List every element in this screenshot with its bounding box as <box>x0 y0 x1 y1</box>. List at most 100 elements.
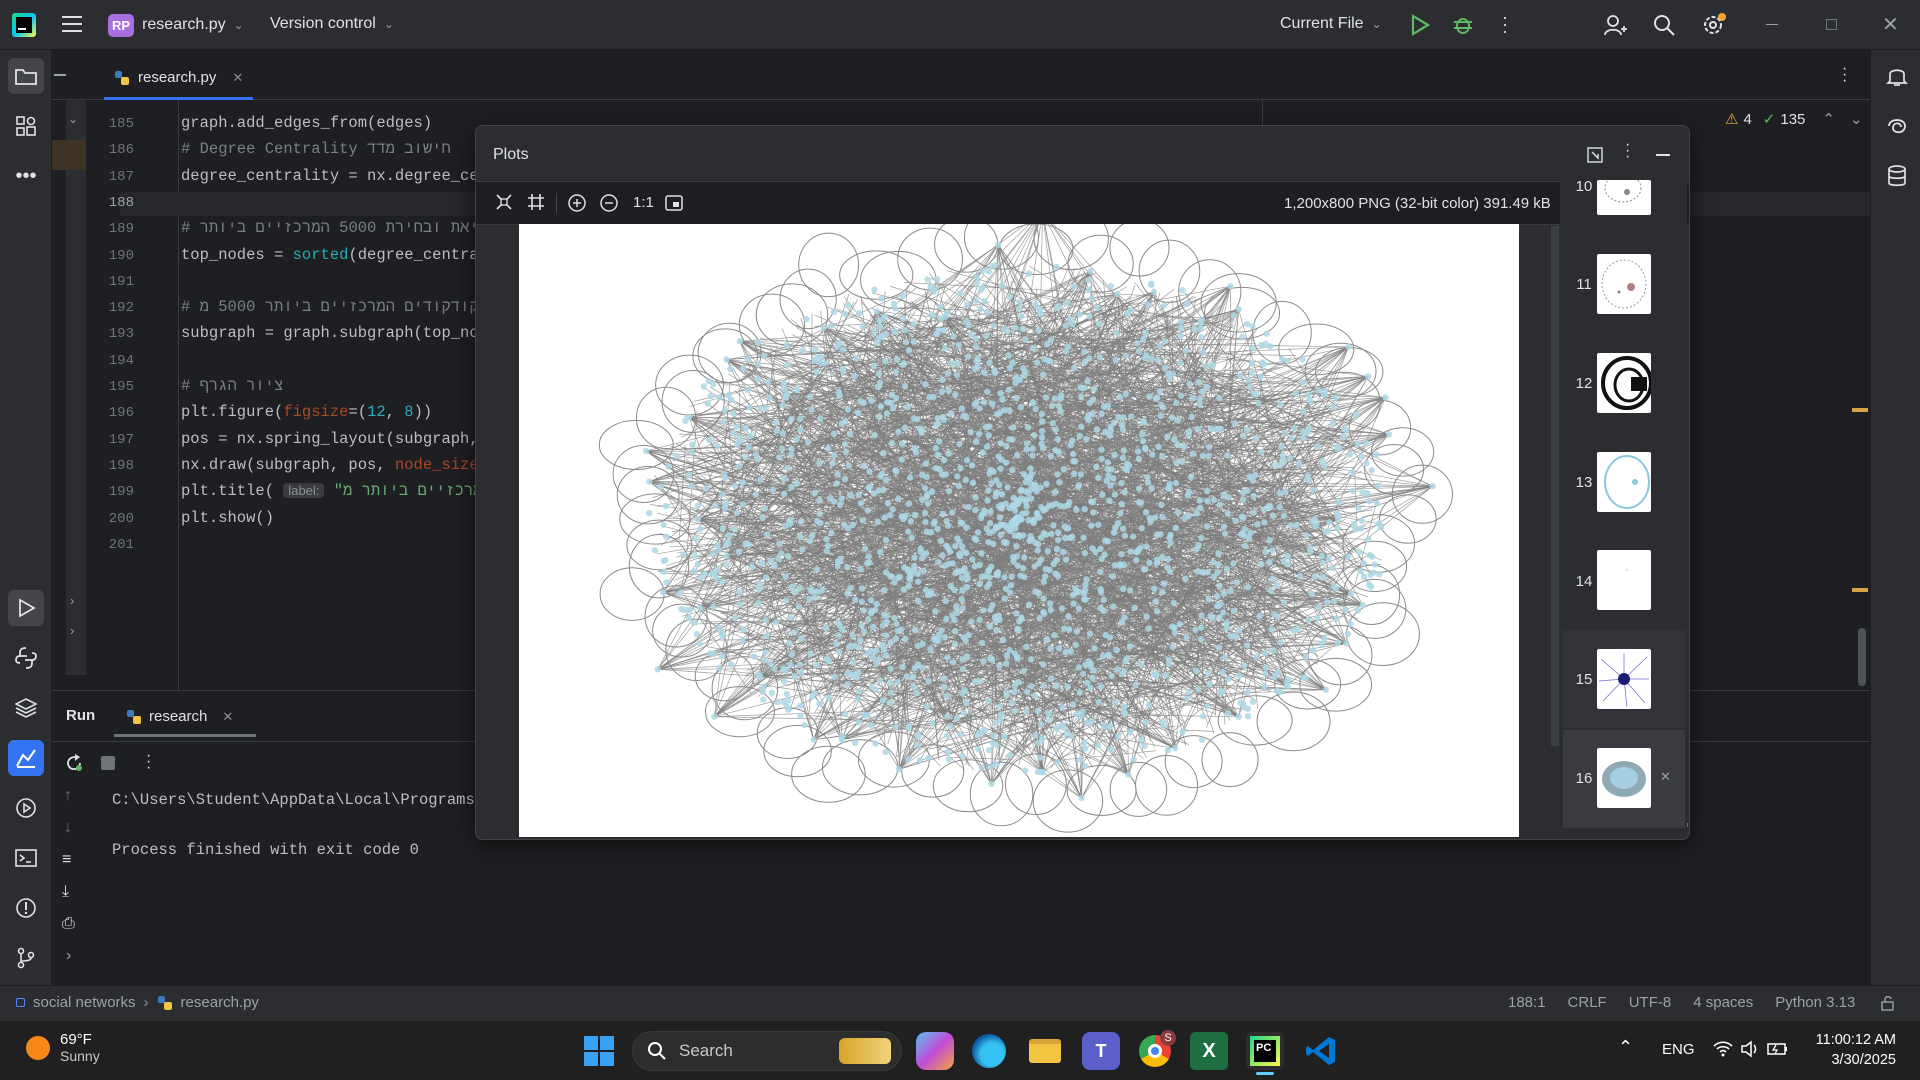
zoom-out-icon[interactable] <box>599 193 619 213</box>
add-user-icon[interactable] <box>1603 13 1627 37</box>
remove-plot-icon[interactable]: ✕ <box>1660 769 1671 785</box>
code-line[interactable]: plt.figure(figsize=(12, 8)) <box>181 403 432 421</box>
code-line[interactable]: plt.title( label: "המרכזיים ביותר מ <box>181 482 476 500</box>
plot-thumbnail-14[interactable] <box>1597 550 1651 610</box>
settings-gear-icon[interactable] <box>1701 12 1727 38</box>
file-explorer-icon[interactable] <box>1026 1032 1064 1070</box>
chrome-icon[interactable]: S <box>1136 1030 1176 1070</box>
code-line[interactable]: # הקודקודים המרכזיים ביותר 5000 מ <box>181 298 476 316</box>
ai-assistant-icon[interactable] <box>1885 114 1909 138</box>
plot-thumbnail-10[interactable] <box>1597 180 1651 215</box>
tab-actions-icon[interactable]: · · · <box>1842 61 1847 89</box>
plot-thumbnail-13[interactable] <box>1597 452 1651 512</box>
caret-position[interactable]: 188:1 <box>1508 994 1546 1011</box>
code-line[interactable]: top_nodes = sorted(degree_central <box>181 246 476 264</box>
layers-icon[interactable] <box>8 690 44 726</box>
taskbar-search-box[interactable]: Search <box>632 1031 902 1071</box>
code-line[interactable]: subgraph = graph.subgraph(top_noc <box>181 324 476 342</box>
project-selector[interactable]: RP research.py ⌄ <box>108 12 244 38</box>
open-in-editor-icon[interactable] <box>1586 146 1604 164</box>
windows-start-icon[interactable] <box>584 1036 614 1066</box>
run-icon[interactable] <box>1410 14 1430 36</box>
actual-size-button[interactable]: 1:1 <box>633 194 654 211</box>
minimize-window-icon[interactable] <box>1766 24 1778 25</box>
soft-wrap-icon[interactable]: ≡ <box>62 851 71 869</box>
zoom-in-icon[interactable] <box>567 193 587 213</box>
print-icon[interactable]: ⎙ <box>62 915 75 933</box>
code-line[interactable]: nx.draw(subgraph, pos, node_size= <box>181 456 476 474</box>
services-icon[interactable] <box>8 790 44 826</box>
terminal-icon[interactable] <box>8 840 44 876</box>
edge-browser-icon[interactable] <box>972 1034 1006 1068</box>
more-run-actions-icon[interactable]: · · · <box>146 748 151 776</box>
hide-panel-icon[interactable] <box>1656 154 1670 156</box>
stop-icon[interactable] <box>101 756 115 770</box>
fit-zoom-icon[interactable] <box>495 193 513 211</box>
code-line[interactable]: plt.show() <box>181 509 274 527</box>
notifications-bell-icon[interactable] <box>1885 64 1909 88</box>
plot-thumbnail-12[interactable] <box>1597 353 1651 413</box>
code-line[interactable]: # ציור הגרף <box>181 377 283 395</box>
more-tools-icon[interactable]: ••• <box>8 158 44 194</box>
wifi-icon[interactable] <box>1712 1040 1734 1058</box>
code-line[interactable]: pos = nx.spring_layout(subgraph, <box>181 430 476 448</box>
code-line[interactable]: # מציאת ובחירת 5000 המרכזיים ביותר <box>181 219 476 237</box>
grid-icon[interactable] <box>527 193 545 211</box>
search-icon[interactable] <box>1652 13 1676 37</box>
plot-thumbnail-16-selected[interactable] <box>1597 748 1651 808</box>
clock[interactable]: 11:00:12 AM 3/30/2025 <box>1800 1030 1896 1070</box>
debug-icon[interactable] <box>1452 13 1474 35</box>
scroll-to-end-icon[interactable]: ⤓ <box>62 883 69 901</box>
plots-more-icon[interactable]: · · · <box>1625 137 1630 165</box>
sciview-plots-icon[interactable] <box>8 740 44 776</box>
close-tab-icon[interactable]: ✕ <box>222 709 233 725</box>
battery-icon[interactable] <box>1766 1040 1790 1058</box>
copilot-icon[interactable] <box>916 1032 954 1070</box>
excel-icon[interactable]: X <box>1190 1032 1228 1070</box>
breadcrumb-file[interactable]: research.py <box>181 994 259 1011</box>
rerun-icon[interactable] <box>64 753 84 773</box>
run-tool-icon[interactable] <box>8 590 44 626</box>
chevron-right-icon[interactable]: › <box>70 623 74 638</box>
structure-icon[interactable] <box>8 108 44 144</box>
run-config-selector[interactable]: Current File ⌄ <box>1280 15 1382 33</box>
arrow-up-icon[interactable]: ↑ <box>64 787 72 805</box>
teams-icon[interactable]: T <box>1082 1032 1120 1070</box>
python-interpreter[interactable]: Python 3.13 <box>1775 994 1855 1011</box>
close-window-icon[interactable]: ✕ <box>1882 12 1899 37</box>
lock-icon[interactable] <box>1880 995 1896 1011</box>
run-config-tab[interactable]: research ✕ <box>114 699 256 737</box>
breadcrumb-project[interactable]: social networks <box>33 994 136 1011</box>
close-tab-icon[interactable]: ✕ <box>232 70 243 86</box>
code-line[interactable]: degree_centrality = nx.degree_cen <box>181 167 476 185</box>
collapse-icon[interactable] <box>54 74 66 76</box>
chevron-right-icon[interactable]: › <box>66 947 71 965</box>
project-folder-icon[interactable] <box>8 58 44 94</box>
weather-widget[interactable]: 69°F Sunny <box>26 1031 100 1064</box>
main-menu-icon[interactable] <box>62 16 82 34</box>
plot-thumbnail-15[interactable] <box>1597 649 1651 709</box>
tray-chevron-up-icon[interactable]: ⌃ <box>1618 1037 1633 1058</box>
input-language[interactable]: ENG <box>1662 1041 1695 1058</box>
git-branch-icon[interactable] <box>8 940 44 976</box>
python-console-icon[interactable] <box>8 640 44 676</box>
background-toggle-icon[interactable] <box>664 193 684 213</box>
pycharm-logo-icon[interactable] <box>12 13 36 37</box>
plot-thumbnail-11[interactable] <box>1597 254 1651 314</box>
problems-icon[interactable] <box>8 890 44 926</box>
arrow-down-icon[interactable]: ↓ <box>64 819 72 837</box>
pycharm-taskbar-icon[interactable]: PC <box>1246 1032 1284 1070</box>
line-separator[interactable]: CRLF <box>1568 994 1607 1011</box>
code-line[interactable]: graph.add_edges_from(edges) <box>181 114 432 132</box>
version-control-menu[interactable]: Version control ⌄ <box>270 15 394 33</box>
chevron-up-icon[interactable]: ⌃ <box>1822 110 1835 128</box>
editor-scrollbar[interactable] <box>1858 628 1866 686</box>
vscode-icon[interactable] <box>1302 1032 1340 1070</box>
chevron-down-icon[interactable]: ⌄ <box>1850 110 1863 128</box>
indent-setting[interactable]: 4 spaces <box>1693 994 1753 1011</box>
database-icon[interactable] <box>1885 164 1909 188</box>
editor-tab-research[interactable]: research.py ✕ <box>104 58 254 100</box>
maximize-window-icon[interactable] <box>1826 19 1837 30</box>
more-actions-icon[interactable]: · · · <box>1502 8 1508 40</box>
code-line[interactable]: # Degree Centrality חישוב מדד <box>181 140 451 158</box>
